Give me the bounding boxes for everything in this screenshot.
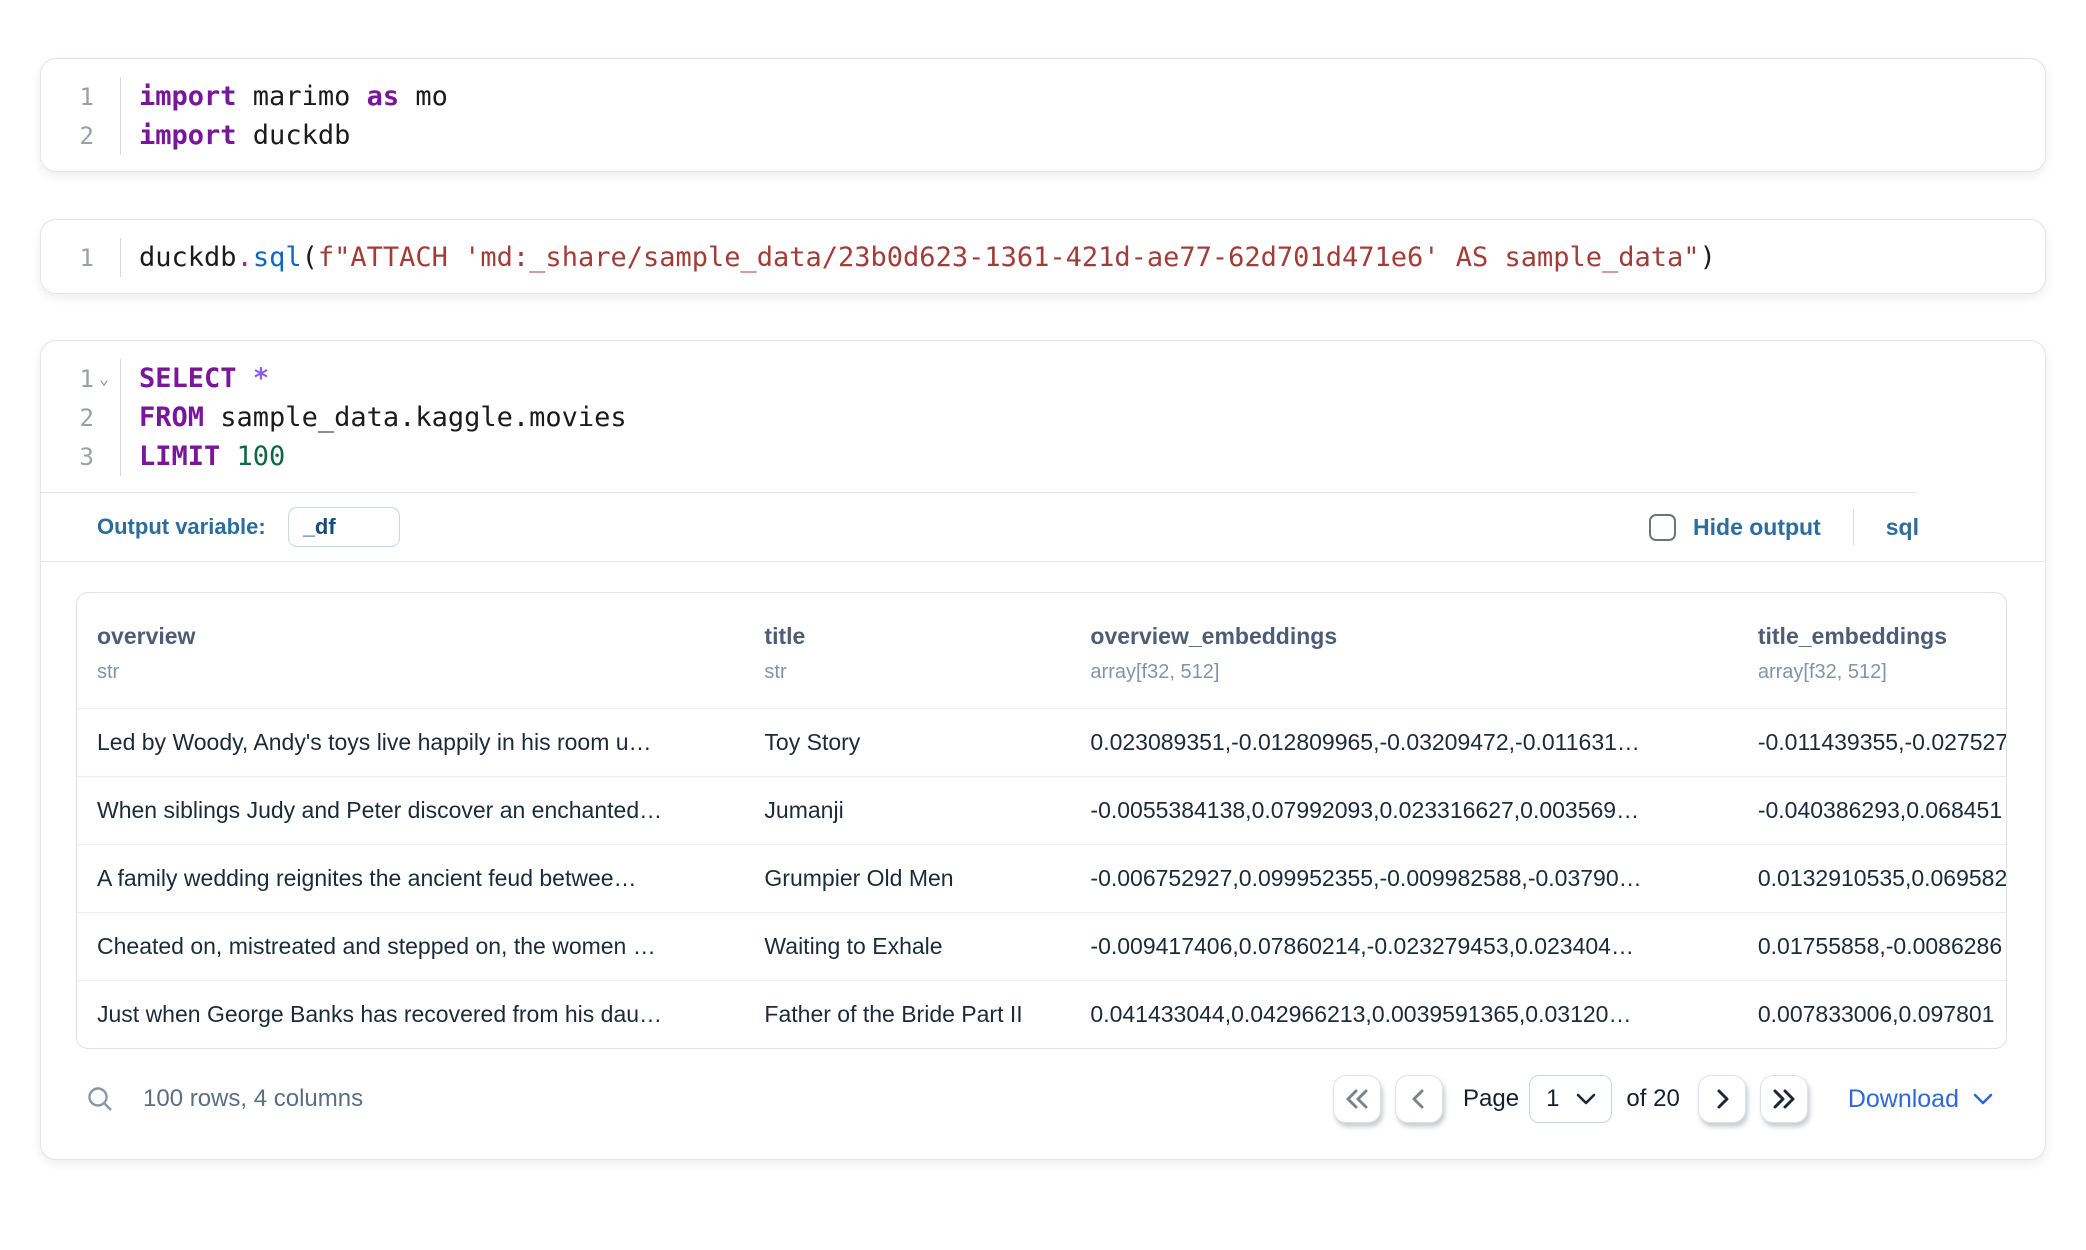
table-row: Just when George Banks has recovered fro…	[77, 981, 2006, 1049]
code-cell-imports: 12 import marimo as moimport duckdb	[40, 58, 2046, 172]
column-type: array[f32, 512]	[1090, 661, 1727, 684]
table-cell: Cheated on, mistreated and stepped on, t…	[77, 913, 744, 981]
column-type: str	[97, 661, 734, 684]
table-footer: 100 rows, 4 columns Page 1 of 20	[41, 1049, 2045, 1159]
page-number-value: 1	[1546, 1085, 1559, 1113]
gutter: 1	[41, 238, 121, 277]
row-column-summary: 100 rows, 4 columns	[143, 1085, 363, 1113]
table-cell: Father of the Bride Part II	[744, 981, 1070, 1049]
line-number: 1	[41, 77, 120, 116]
hide-output-label[interactable]: Hide output	[1693, 514, 1821, 541]
output-variable-label: Output variable:	[97, 514, 266, 540]
table-row: Led by Woody, Andy's toys live happily i…	[77, 709, 2006, 777]
chevron-down-icon	[1575, 1092, 1597, 1106]
output-section-divider	[41, 561, 2045, 562]
table-cell: Grumpier Old Men	[744, 845, 1070, 913]
table-cell: 0.023089351,-0.012809965,-0.03209472,-0.…	[1070, 709, 1737, 777]
previous-page-button[interactable]	[1395, 1075, 1443, 1123]
line-number: 3	[41, 437, 120, 476]
chevron-down-icon	[1973, 1093, 1993, 1106]
table-cell: Toy Story	[744, 709, 1070, 777]
column-type: array[f32, 512]	[1758, 661, 1996, 684]
column-name: overview_embeddings	[1090, 623, 1727, 650]
code-editor[interactable]: 1 duckdb.sql(f"ATTACH 'md:_share/sample_…	[41, 220, 2045, 293]
table-cell: 0.007833006,0.097801	[1738, 981, 2006, 1049]
code-line[interactable]: SELECT *	[139, 359, 627, 398]
table-cell: Just when George Banks has recovered fro…	[77, 981, 744, 1049]
code-editor[interactable]: 1⌄23 SELECT *FROM sample_data.kaggle.mov…	[41, 341, 2045, 492]
table-cell: 0.041433044,0.042966213,0.0039591365,0.0…	[1070, 981, 1737, 1049]
fold-chevron-icon[interactable]: ⌄	[94, 369, 114, 389]
column-type: str	[764, 661, 1060, 684]
code-line[interactable]: FROM sample_data.kaggle.movies	[139, 398, 627, 437]
gutter: 1⌄23	[41, 359, 121, 476]
table-row: Cheated on, mistreated and stepped on, t…	[77, 913, 2006, 981]
code-lines: SELECT *FROM sample_data.kaggle.moviesLI…	[121, 359, 627, 476]
search-icon[interactable]	[85, 1084, 115, 1114]
output-variable-bar: Output variable: Hide output sql	[41, 493, 2045, 561]
column-header-overview_embeddings[interactable]: overview_embeddings array[f32, 512]	[1070, 593, 1737, 709]
code-lines: duckdb.sql(f"ATTACH 'md:_share/sample_da…	[121, 238, 1716, 277]
download-button[interactable]: Download	[1848, 1085, 1993, 1114]
page-count-label: of 20	[1626, 1085, 1679, 1113]
output-variable-input[interactable]	[288, 507, 400, 547]
table-cell: 0.01755858,-0.0086286	[1738, 913, 2006, 981]
pagination: Page 1 of 20 Download	[1333, 1075, 1993, 1123]
table-cell: 0.0132910535,0.069582	[1738, 845, 2006, 913]
table-cell: A family wedding reignites the ancient f…	[77, 845, 744, 913]
table-row: When siblings Judy and Peter discover an…	[77, 777, 2006, 845]
table-row: A family wedding reignites the ancient f…	[77, 845, 2006, 913]
table-cell: -0.009417406,0.07860214,-0.023279453,0.0…	[1070, 913, 1737, 981]
line-number: 1⌄	[41, 359, 120, 398]
code-line[interactable]: duckdb.sql(f"ATTACH 'md:_share/sample_da…	[139, 238, 1716, 277]
sql-cell: 1⌄23 SELECT *FROM sample_data.kaggle.mov…	[40, 340, 2046, 1160]
column-name: overview	[97, 623, 734, 650]
table-header-row: overview str title str overview_embeddingsar…	[77, 593, 2006, 709]
column-name: title	[764, 623, 1060, 650]
page-number-select[interactable]: 1	[1529, 1075, 1612, 1123]
line-number: 1	[41, 238, 120, 277]
next-page-button[interactable]	[1698, 1075, 1746, 1123]
table-cell: Led by Woody, Andy's toys live happily i…	[77, 709, 744, 777]
table-cell: When siblings Judy and Peter discover an…	[77, 777, 744, 845]
code-cell-attach: 1 duckdb.sql(f"ATTACH 'md:_share/sample_…	[40, 219, 2046, 294]
result-table: overview str title str overview_embeddingsar…	[77, 593, 2006, 1048]
page-label: Page	[1463, 1085, 1519, 1113]
download-label: Download	[1848, 1085, 1959, 1114]
table-cell: -0.0055384138,0.07992093,0.023316627,0.0…	[1070, 777, 1737, 845]
first-page-button[interactable]	[1333, 1075, 1381, 1123]
code-line[interactable]: LIMIT 100	[139, 437, 627, 476]
code-lines: import marimo as moimport duckdb	[121, 77, 448, 155]
divider	[1853, 509, 1854, 545]
table-cell: -0.011439355,-0.027527	[1738, 709, 2006, 777]
table-body: Led by Woody, Andy's toys live happily i…	[77, 709, 2006, 1049]
table-cell: Waiting to Exhale	[744, 913, 1070, 981]
column-header-title[interactable]: title str	[744, 593, 1070, 709]
table-cell: -0.040386293,0.068451	[1738, 777, 2006, 845]
result-table-container: overview str title str overview_embeddingsar…	[76, 592, 2007, 1049]
code-line[interactable]: import duckdb	[139, 116, 448, 155]
line-number: 2	[41, 116, 120, 155]
code-editor[interactable]: 12 import marimo as moimport duckdb	[41, 59, 2045, 171]
line-number: 2	[41, 398, 120, 437]
column-header-title_embeddings[interactable]: title_embeddings array[f32, 512]	[1738, 593, 2006, 709]
language-badge[interactable]: sql	[1886, 514, 1919, 541]
code-line[interactable]: import marimo as mo	[139, 77, 448, 116]
column-name: title_embeddings	[1758, 623, 1996, 650]
column-header-overview[interactable]: overview str	[77, 593, 744, 709]
hide-output-checkbox[interactable]	[1649, 514, 1676, 541]
table-cell: -0.006752927,0.099952355,-0.009982588,-0…	[1070, 845, 1737, 913]
gutter: 12	[41, 77, 121, 155]
table-cell: Jumanji	[744, 777, 1070, 845]
last-page-button[interactable]	[1760, 1075, 1808, 1123]
